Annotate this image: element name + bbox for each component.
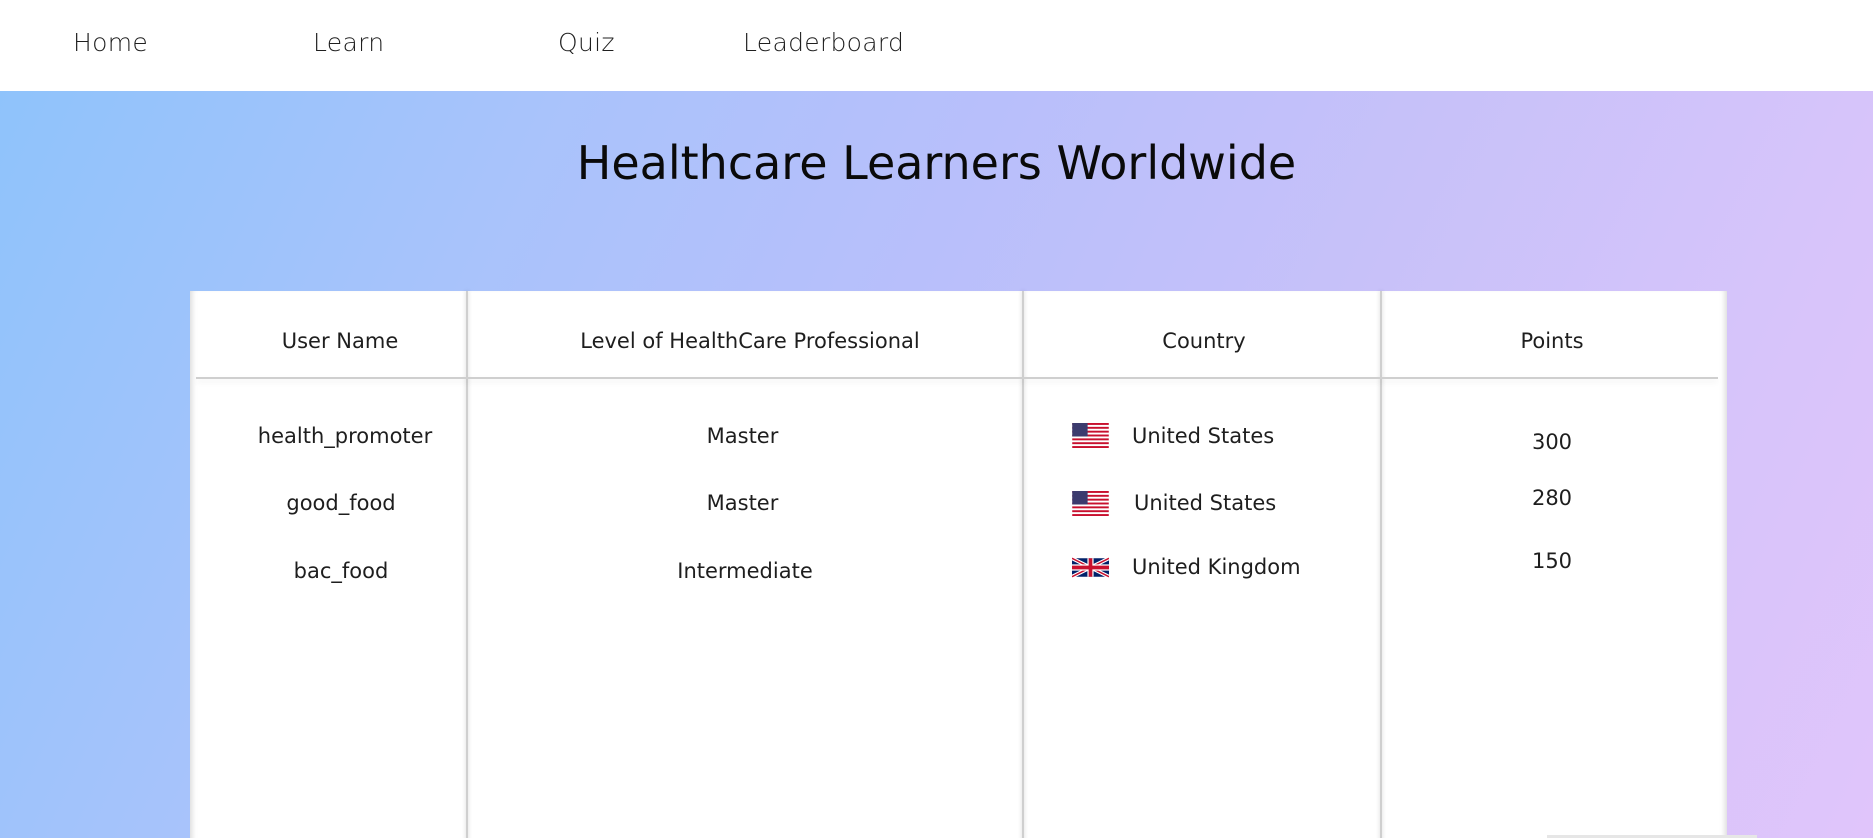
top-navbar: Home Learn Quiz Leaderboard xyxy=(0,0,1873,91)
nav-link-learn[interactable]: Learn xyxy=(313,28,384,57)
header-country[interactable]: Country xyxy=(1026,329,1382,353)
table-row-country: United States xyxy=(1132,424,1275,448)
table-row-user: bac_food xyxy=(293,559,389,583)
header-points[interactable]: Points xyxy=(1384,329,1720,353)
header-user-name[interactable]: User Name xyxy=(210,329,470,353)
table-row-country: United Kingdom xyxy=(1132,555,1301,579)
us-flag-icon xyxy=(1072,423,1109,448)
column-divider xyxy=(1380,291,1382,838)
nav-link-leaderboard[interactable]: Leaderboard xyxy=(743,28,904,57)
table-row-level: Intermediate xyxy=(677,559,813,583)
table-row-country: United States xyxy=(1134,491,1277,515)
hero-section: Healthcare Learners Worldwide User Name … xyxy=(0,91,1873,838)
table-row-points: 280 xyxy=(1531,486,1573,510)
table-row-level: Master xyxy=(706,491,779,515)
nav-link-quiz[interactable]: Quiz xyxy=(558,28,615,57)
table-row-user: health_promoter xyxy=(257,424,433,448)
header-level[interactable]: Level of HealthCare Professional xyxy=(470,329,1030,353)
table-row-level: Master xyxy=(706,424,779,448)
header-divider xyxy=(196,377,1718,379)
us-flag-icon xyxy=(1072,491,1109,516)
nav-link-home[interactable]: Home xyxy=(73,28,148,57)
table-row-user: good_food xyxy=(286,491,396,515)
leaderboard-table: User Name Level of HealthCare Profession… xyxy=(190,291,1727,838)
table-row-points: 150 xyxy=(1531,549,1573,573)
table-row-points: 300 xyxy=(1531,430,1573,454)
column-divider xyxy=(1022,291,1024,838)
uk-flag-icon xyxy=(1072,556,1109,579)
page-title: Healthcare Learners Worldwide xyxy=(576,136,1297,190)
